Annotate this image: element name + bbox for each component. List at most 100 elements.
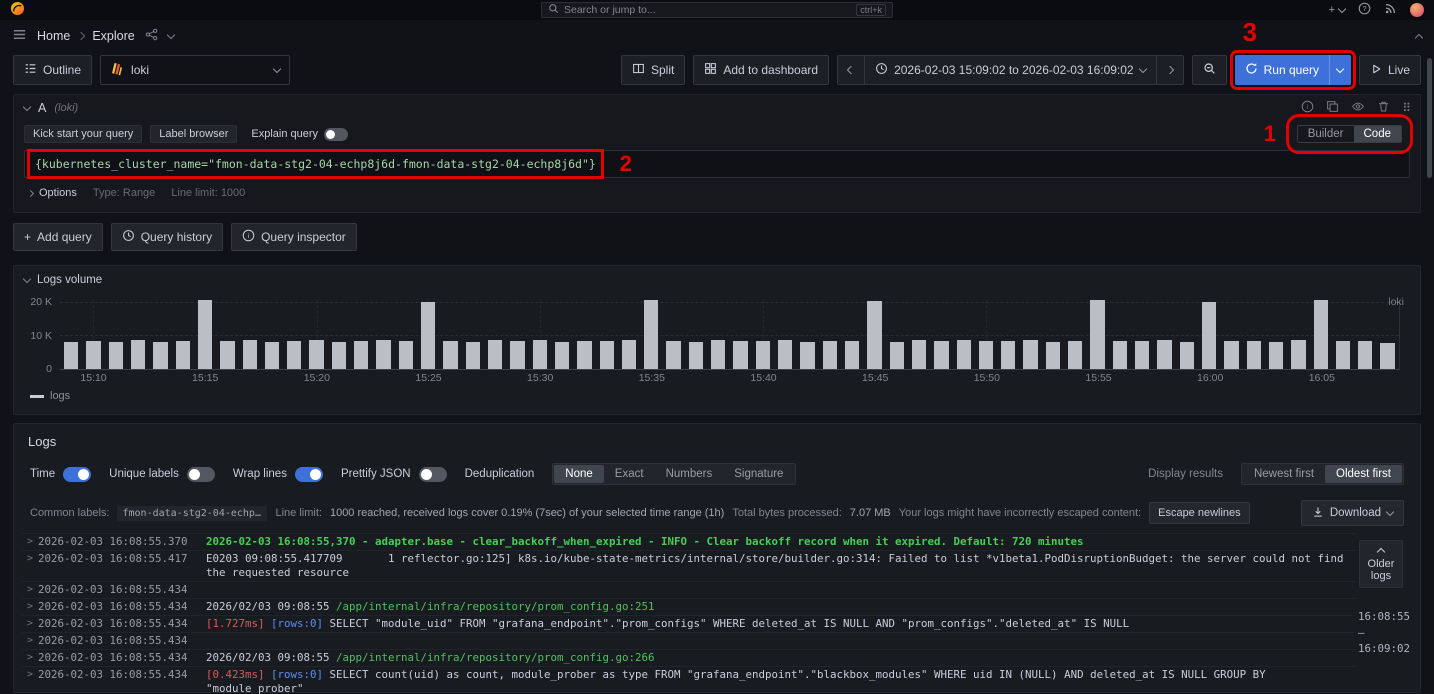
logs-volume-header[interactable]: Logs volume [14,266,1420,286]
volume-bar[interactable] [957,340,971,369]
duplicate-query-icon[interactable] [1326,100,1339,116]
options-toggle[interactable]: Options [28,187,77,199]
volume-bar[interactable] [555,342,569,369]
volume-bar[interactable] [756,341,770,369]
scrollbar[interactable] [1427,58,1432,178]
query-row-header[interactable]: A (loki) i ⠿ [24,95,1410,121]
volume-bar[interactable] [198,300,212,369]
volume-bar[interactable] [1336,341,1350,369]
volume-bar[interactable] [510,341,524,369]
toggle-switch[interactable] [187,467,215,482]
volume-bar[interactable] [666,341,680,369]
dedup-option-exact[interactable]: Exact [604,465,655,483]
share-icon[interactable] [145,28,158,44]
volume-bar[interactable] [1090,300,1104,369]
add-query-button[interactable]: + Add query [13,223,103,251]
volume-bar[interactable] [1224,341,1238,369]
run-query-dropdown[interactable] [1329,55,1351,85]
time-shift-back-button[interactable] [837,55,864,85]
live-button[interactable]: Live [1359,55,1421,85]
volume-bar[interactable] [622,340,636,369]
builder-mode-button[interactable]: Builder [1298,126,1354,142]
volume-bar[interactable] [1314,300,1328,369]
expand-log-row-icon[interactable]: > [22,583,38,597]
volume-bar[interactable] [867,301,881,369]
volume-bar[interactable] [934,341,948,369]
volume-bar[interactable] [1068,341,1082,369]
volume-bar[interactable] [109,342,123,369]
dedup-option-numbers[interactable]: Numbers [655,465,724,483]
remove-query-trash-icon[interactable] [1377,100,1390,116]
volume-bar[interactable] [1358,341,1372,369]
collapse-volume-icon[interactable] [23,274,31,282]
volume-bar[interactable] [778,340,792,369]
help-icon[interactable]: ? [1358,2,1371,18]
log-row[interactable]: >2026-02-03 16:08:55.417E0203 09:08:55.4… [22,550,1356,581]
volume-bar[interactable] [1023,340,1037,369]
volume-bar[interactable] [533,340,547,369]
expand-log-row-icon[interactable]: > [22,651,38,665]
volume-bar[interactable] [265,342,279,369]
search-input[interactable]: Search or jump to... ctrl+k [541,2,893,18]
rss-icon[interactable] [1384,2,1397,18]
volume-bar[interactable] [176,341,190,369]
time-shift-forward-button[interactable] [1156,55,1184,85]
order-option-oldest-first[interactable]: Oldest first [1325,465,1402,483]
query-history-button[interactable]: Query history [111,223,223,251]
volume-bar[interactable] [1202,302,1216,369]
volume-bar[interactable] [309,340,323,369]
code-mode-button[interactable]: Code [1354,126,1402,142]
query-help-icon[interactable]: i [1301,100,1314,116]
logs-volume-plot[interactable] [60,300,1400,370]
volume-bar[interactable] [1291,340,1305,369]
toggle-time[interactable]: Time [30,467,91,482]
volume-bar[interactable] [1046,342,1060,369]
logql-query-text[interactable]: {kubernetes_cluster_name="fmon-data-stg2… [35,157,596,171]
grafana-logo-icon[interactable] [10,1,25,19]
volume-bar[interactable] [644,300,658,369]
breadcrumb-explore[interactable]: Explore [92,29,134,43]
query-code-editor[interactable]: 2 {kubernetes_cluster_name="fmon-data-st… [24,150,1410,178]
log-row[interactable]: >2026-02-03 16:08:55.434[1.727ms] [rows:… [22,615,1356,632]
breadcrumb-actions-chevron-icon[interactable] [166,30,174,38]
volume-bar[interactable] [86,341,100,369]
drag-handle-icon[interactable]: ⠿ [1402,101,1410,115]
log-row[interactable]: >2026-02-03 16:08:55.434 [22,632,1356,649]
download-button[interactable]: Download [1301,500,1404,526]
expand-log-row-icon[interactable]: > [22,600,38,614]
escape-newlines-button[interactable]: Escape newlines [1149,502,1250,524]
explain-query-toggle[interactable] [324,128,348,141]
volume-bar[interactable] [845,341,859,369]
dedup-option-none[interactable]: None [554,465,604,483]
expand-log-row-icon[interactable]: > [22,535,38,549]
breadcrumb-home[interactable]: Home [37,29,70,43]
volume-bar[interactable] [733,341,747,369]
logs-volume-legend[interactable]: logs [30,390,1420,402]
volume-bar[interactable] [979,341,993,369]
toggle-unique-labels[interactable]: Unique labels [109,467,215,482]
volume-bar[interactable] [376,340,390,369]
volume-bar[interactable] [220,341,234,369]
volume-bar[interactable] [443,341,457,369]
run-query-button[interactable]: 3 Run query [1235,55,1351,85]
volume-bar[interactable] [577,341,591,369]
volume-bar[interactable] [332,342,346,369]
volume-bar[interactable] [1269,342,1283,369]
add-menu-button[interactable]: + [1329,4,1345,16]
collapse-toolbar-icon[interactable] [1415,33,1423,41]
time-range-button[interactable]: 2026-02-03 15:09:02 to 2026-02-03 16:09:… [864,55,1156,85]
expand-log-row-icon[interactable]: > [22,552,38,566]
volume-bar[interactable] [153,342,167,369]
mega-menu-icon[interactable] [12,27,27,45]
toggle-prettify-json[interactable]: Prettify JSON [341,467,447,482]
expand-log-row-icon[interactable]: > [22,668,38,682]
volume-bar[interactable] [800,342,814,369]
volume-bar[interactable] [890,342,904,369]
dedup-option-signature[interactable]: Signature [723,465,794,483]
log-row[interactable]: >2026-02-03 16:08:55.3702026-02-03 16:08… [22,533,1356,550]
volume-bar[interactable] [287,341,301,369]
volume-bar[interactable] [421,302,435,369]
user-avatar[interactable] [1410,3,1424,17]
hide-response-eye-icon[interactable] [1351,100,1365,116]
volume-bar[interactable] [64,342,78,369]
